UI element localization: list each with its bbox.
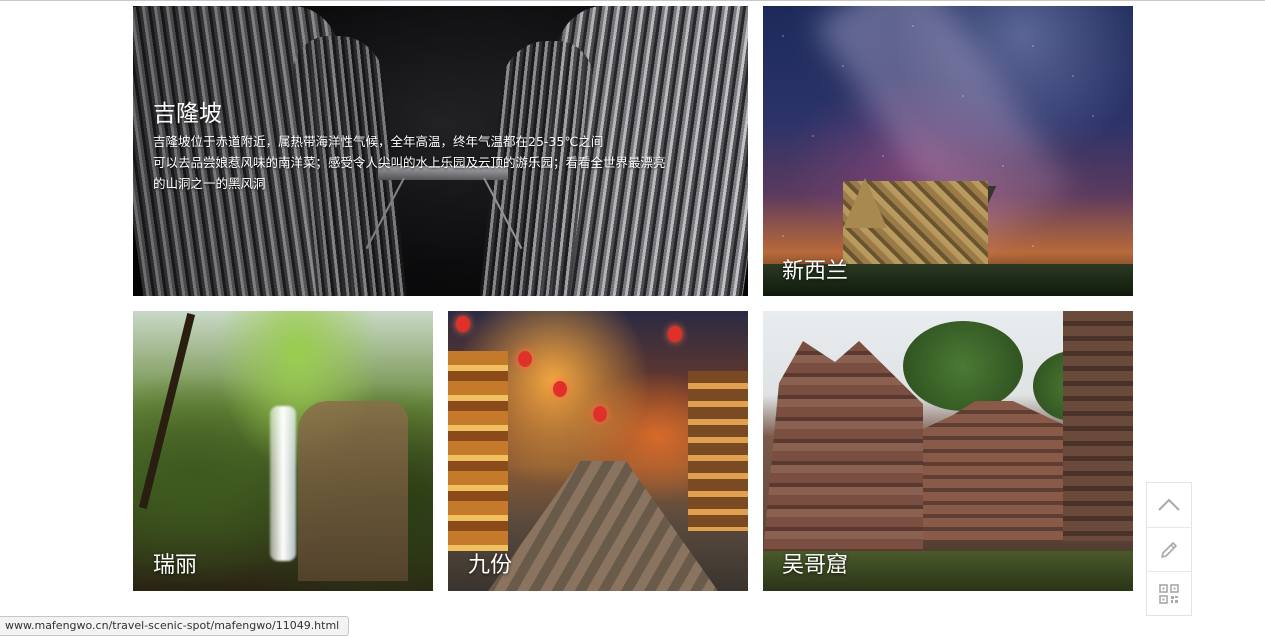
shopfront-right-image	[688, 371, 748, 531]
card-title: 瑞丽	[153, 553, 198, 578]
card-description: 吉隆坡位于赤道附近，属热带海洋性气候，全年高温，终年气温都在25-35℃之间 可…	[153, 131, 743, 194]
back-to-top-button[interactable]	[1147, 483, 1191, 527]
lantern-image	[668, 326, 682, 342]
lantern-image	[553, 381, 567, 397]
card-title: 吉隆坡	[153, 101, 222, 127]
card-description-line: 吉隆坡位于赤道附近，属热带海洋性气候，全年高温，终年气温都在25-35℃之间	[153, 134, 604, 149]
status-bar-url: www.mafengwo.cn/travel-scenic-spot/mafen…	[0, 616, 350, 636]
qr-code-button[interactable]	[1147, 571, 1191, 616]
church-gable-image	[843, 178, 887, 228]
destination-card-ruili[interactable]: 瑞丽	[133, 311, 433, 591]
temple-left-image	[763, 341, 923, 551]
temple-center-image	[923, 401, 1073, 541]
qr-code-icon	[1159, 584, 1179, 604]
stone-street-image	[488, 461, 718, 591]
cliff-image	[298, 401, 408, 581]
edit-button[interactable]	[1147, 527, 1191, 572]
tree-trunk-image	[138, 313, 196, 509]
lantern-image	[456, 316, 470, 332]
destination-card-new-zealand[interactable]: 新西兰	[763, 6, 1133, 296]
floating-toolbar	[1146, 482, 1192, 616]
top-border	[0, 0, 1265, 1]
temple-right-image	[1063, 311, 1133, 541]
waterfall-image	[270, 406, 296, 561]
shopfront-left-image	[448, 351, 508, 551]
card-title: 吴哥窟	[782, 553, 849, 578]
chevron-up-icon	[1158, 498, 1180, 511]
destination-card-angkor[interactable]: 吴哥窟	[763, 311, 1133, 591]
destination-card-jiufen[interactable]: 九份	[448, 311, 748, 591]
tree-image	[903, 321, 1023, 411]
lantern-image	[593, 406, 607, 422]
lantern-image	[518, 351, 532, 367]
pencil-icon	[1161, 542, 1177, 558]
card-title: 九份	[468, 553, 513, 578]
card-title: 新西兰	[782, 259, 849, 284]
destination-card-kuala-lumpur[interactable]: 吉隆坡 吉隆坡位于赤道附近，属热带海洋性气候，全年高温，终年气温都在25-35℃…	[133, 6, 748, 296]
card-description-line: 的山洞之一的黑风洞	[153, 176, 266, 191]
card-description-line: 可以去品尝娘惹风味的南洋菜；感受令人尖叫的水上乐园及云顶的游乐园；看看全世界最漂…	[153, 155, 666, 170]
